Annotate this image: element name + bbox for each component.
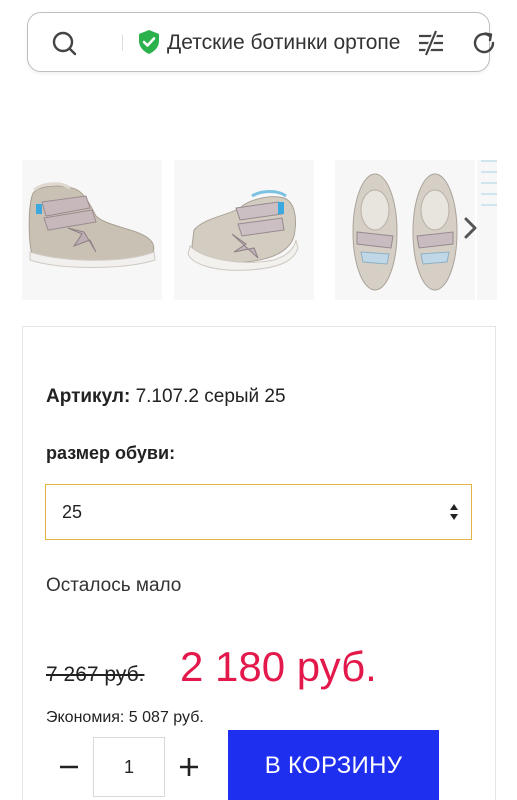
quantity-increase-button[interactable] — [177, 755, 201, 779]
add-to-cart-button[interactable]: В КОРЗИНУ — [228, 730, 439, 800]
gallery-image-1[interactable] — [22, 160, 162, 300]
search-divider — [122, 35, 123, 51]
new-price: 2 180 руб. — [180, 643, 377, 690]
savings-text: Экономия: 5 087 руб. — [46, 709, 204, 726]
verified-shield-icon — [139, 30, 159, 54]
size-select[interactable]: 25 — [45, 484, 472, 540]
gallery-image-2[interactable] — [174, 160, 314, 300]
quantity-decrease-button[interactable] — [57, 755, 81, 779]
article-label: Артикул: — [46, 386, 131, 407]
article-value: 7.107.2 серый 25 — [135, 386, 286, 407]
product-info-panel: Артикул: 7.107.2 серый 25 размер обуви: … — [22, 326, 496, 800]
size-select-value: 25 — [62, 502, 83, 522]
browser-search-bar[interactable]: Детские ботинки ортопе — [27, 12, 495, 72]
size-label: размер обуви: — [46, 443, 176, 463]
chevron-right-icon[interactable] — [460, 213, 482, 243]
article-line: Артикул: 7.107.2 серый 25 — [46, 385, 286, 409]
product-image-gallery — [22, 160, 497, 300]
shoe-image — [28, 182, 156, 268]
search-icon[interactable] — [50, 29, 78, 57]
select-arrows-icon — [450, 504, 458, 520]
tune-icon[interactable] — [416, 29, 446, 57]
old-price: 7 267 руб. — [46, 663, 145, 686]
gallery-image-3[interactable] — [335, 160, 475, 300]
quantity-input[interactable]: 1 — [93, 737, 165, 797]
shoe-image-partial — [481, 160, 497, 215]
search-query-text[interactable]: Детские ботинки ортопе — [167, 29, 407, 57]
shoe-image — [352, 173, 458, 291]
stock-status: Осталось мало — [46, 575, 182, 596]
shoe-image — [187, 190, 299, 271]
reload-icon[interactable] — [470, 29, 498, 57]
